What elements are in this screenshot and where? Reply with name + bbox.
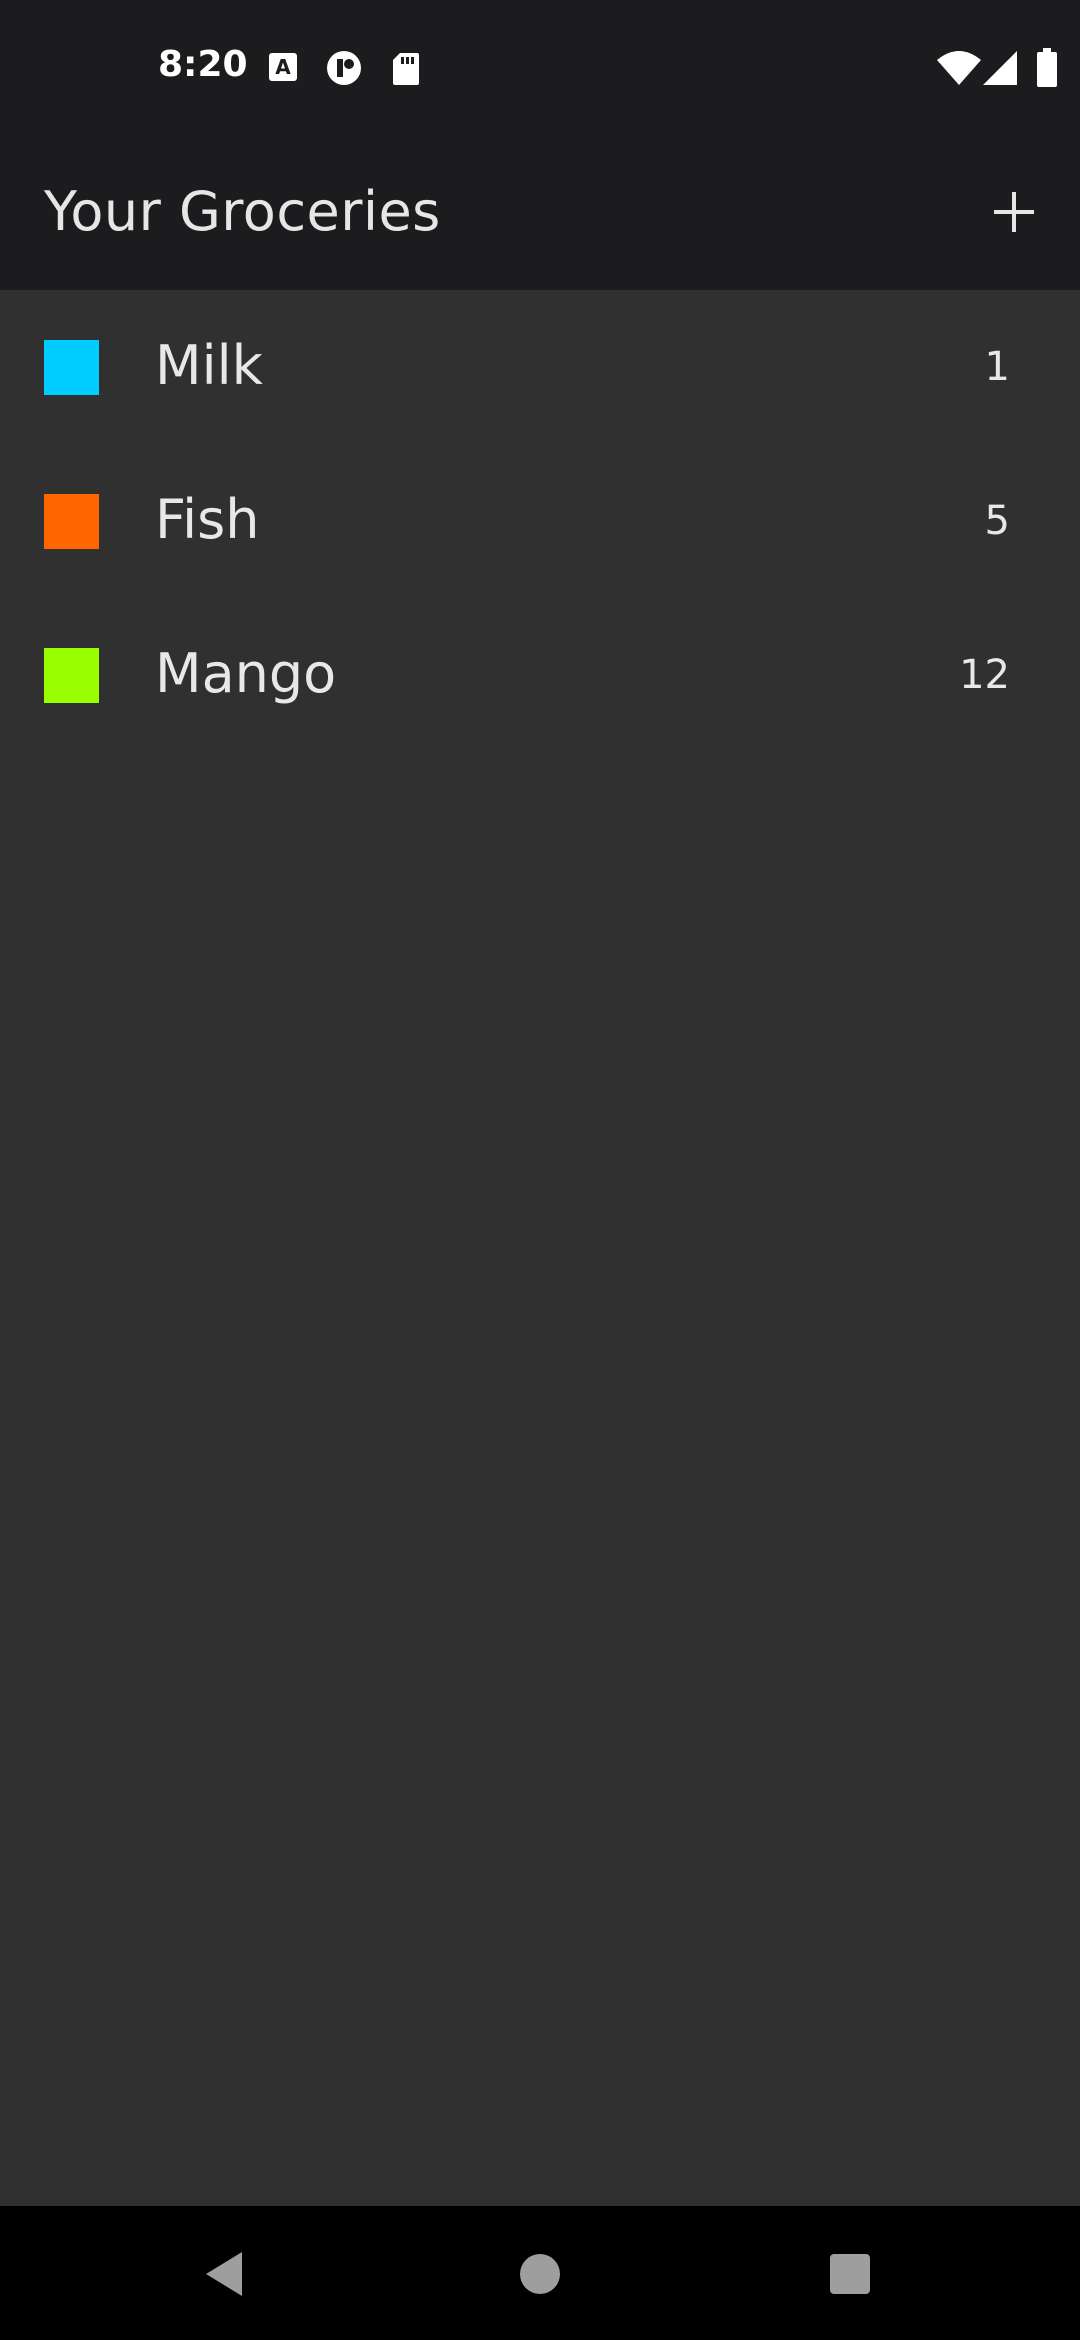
plus-icon xyxy=(994,192,1034,232)
color-swatch xyxy=(44,340,99,395)
list-item[interactable]: Milk 1 xyxy=(0,290,1080,444)
wifi-icon xyxy=(937,51,981,85)
item-quantity: 5 xyxy=(984,498,1010,544)
recents-button[interactable] xyxy=(822,2246,878,2302)
item-name: Mango xyxy=(155,642,337,705)
status-time: 8:20 xyxy=(158,44,248,85)
home-button[interactable] xyxy=(512,2246,568,2302)
grocery-list: Milk 1 Fish 5 Mango 12 xyxy=(0,290,1080,752)
list-item[interactable]: Mango 12 xyxy=(0,598,1080,752)
color-swatch xyxy=(44,648,99,703)
screen: 8:20 A Your Groceries Milk 1 Fish 5 Mang… xyxy=(0,0,1080,2340)
back-button[interactable] xyxy=(198,2246,254,2302)
page-title: Your Groceries xyxy=(44,180,441,243)
back-triangle-icon xyxy=(206,2252,242,2296)
color-swatch xyxy=(44,494,99,549)
text-a-icon: A xyxy=(269,53,297,81)
item-name: Fish xyxy=(155,488,260,551)
signal-icon xyxy=(983,51,1017,85)
item-name: Milk xyxy=(155,334,263,397)
svg-text:A: A xyxy=(275,55,291,79)
sd-card-icon xyxy=(393,53,419,85)
recents-square-icon xyxy=(830,2254,870,2294)
battery-icon xyxy=(1037,48,1057,87)
home-circle-icon xyxy=(520,2254,560,2294)
record-icon xyxy=(327,51,361,85)
app-bar: Your Groceries xyxy=(0,134,1080,290)
add-item-button[interactable] xyxy=(980,178,1048,246)
status-bar: 8:20 A xyxy=(0,0,1080,134)
list-item[interactable]: Fish 5 xyxy=(0,444,1080,598)
item-quantity: 1 xyxy=(984,344,1010,390)
system-nav-bar xyxy=(0,2206,1080,2340)
item-quantity: 12 xyxy=(959,652,1010,698)
